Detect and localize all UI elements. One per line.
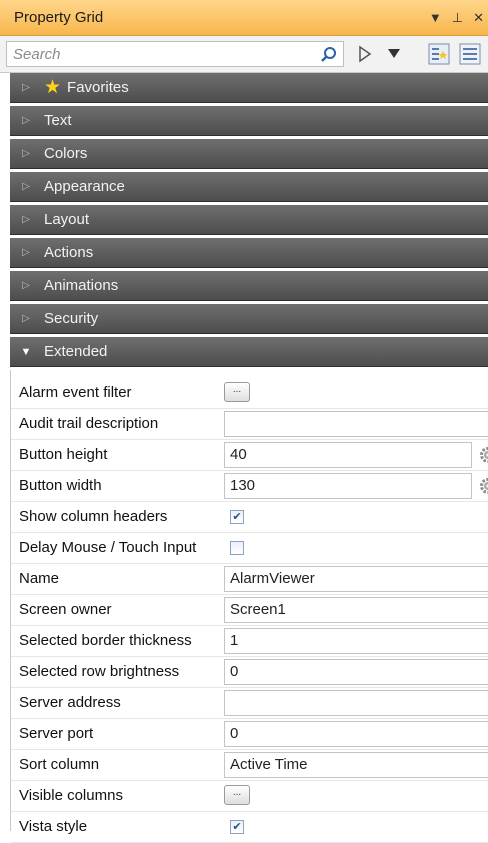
expand-arrow-icon[interactable]: ▷ <box>10 313 38 324</box>
category-extended[interactable]: ▼ Extended <box>10 337 488 367</box>
expand-arrow-icon[interactable]: ▷ <box>10 82 38 93</box>
property-value-input[interactable]: 0 <box>224 659 488 685</box>
property-name: Visible columns <box>19 787 123 804</box>
category-label: Favorites <box>61 79 129 96</box>
close-icon[interactable]: ✕ <box>473 10 484 26</box>
checkbox-checked[interactable]: ✔ <box>230 510 244 524</box>
expand-arrow-icon[interactable]: ▷ <box>10 181 38 192</box>
property-name: Vista style <box>19 818 87 835</box>
categorized-view-icon[interactable] <box>428 43 450 65</box>
search-input[interactable] <box>6 41 344 67</box>
property-value-input[interactable]: Active Time <box>224 752 488 778</box>
category-label: Appearance <box>38 178 125 195</box>
category-actions[interactable]: ▷ Actions <box>10 238 488 268</box>
expand-arrow-icon[interactable]: ▷ <box>10 115 38 126</box>
property-name: Server port <box>19 725 93 742</box>
property-name: Button height <box>19 446 107 463</box>
collapse-arrow-icon[interactable]: ▼ <box>10 346 38 358</box>
expand-arrow-icon[interactable] <box>358 45 372 63</box>
panel-title: Property Grid <box>0 9 429 26</box>
property-value-input[interactable]: 40 <box>224 442 472 468</box>
expand-arrow-icon[interactable]: ▷ <box>10 280 38 291</box>
property-row-selected-border-thickness: Selected border thickness 1 <box>11 626 488 657</box>
property-row-screen-owner: Screen owner Screen1 <box>11 595 488 626</box>
category-security[interactable]: ▷ Security <box>10 304 488 334</box>
category-label: Text <box>38 112 72 129</box>
property-name: Sort column <box>19 756 99 773</box>
property-name: Selected border thickness <box>19 632 192 649</box>
property-row-button-width: Button width 130 <box>11 471 488 502</box>
property-name: Button width <box>19 477 102 494</box>
checkbox-checked[interactable]: ✔ <box>230 820 244 834</box>
property-value-input[interactable] <box>224 411 488 437</box>
property-name: Alarm event filter <box>19 384 132 401</box>
category-colors[interactable]: ▷ Colors <box>10 139 488 169</box>
property-name: Delay Mouse / Touch Input <box>19 539 196 556</box>
panel-titlebar: Property Grid ▼ ⊥ ✕ <box>0 0 488 36</box>
property-name: Name <box>19 570 59 587</box>
gear-icon[interactable] <box>479 477 488 495</box>
expand-arrow-icon[interactable]: ▷ <box>10 148 38 159</box>
property-row-server-address: Server address <box>11 688 488 719</box>
category-label: Extended <box>38 343 107 360</box>
ellipsis-button[interactable]: ... <box>224 785 250 805</box>
property-row-name: Name AlarmViewer <box>11 564 488 595</box>
property-name: Show column headers <box>19 508 167 525</box>
property-list: Alarm event filter ... Audit trail descr… <box>10 370 488 831</box>
alphabetical-view-icon[interactable] <box>459 43 481 65</box>
property-row-delay-mouse-touch-input: Delay Mouse / Touch Input <box>11 533 488 564</box>
property-row-selected-row-brightness: Selected row brightness 0 <box>11 657 488 688</box>
category-label: Security <box>38 310 98 327</box>
category-favorites[interactable]: ▷ ★ Favorites <box>10 73 488 103</box>
property-row-alarm-event-filter: Alarm event filter ... <box>11 378 488 409</box>
expand-arrow-icon[interactable]: ▷ <box>10 247 38 258</box>
category-label: Actions <box>38 244 93 261</box>
dropdown-icon[interactable] <box>387 48 401 60</box>
property-name: Selected row brightness <box>19 663 179 680</box>
ellipsis-button[interactable]: ... <box>224 382 250 402</box>
category-text[interactable]: ▷ Text <box>10 106 488 136</box>
gear-icon[interactable] <box>479 446 488 464</box>
category-label: Animations <box>38 277 118 294</box>
property-value-input[interactable]: 0 <box>224 721 488 747</box>
pin-icon[interactable]: ⊥ <box>452 10 463 26</box>
property-row-button-height: Button height 40 <box>11 440 488 471</box>
category-appearance[interactable]: ▷ Appearance <box>10 172 488 202</box>
expand-arrow-icon[interactable]: ▷ <box>10 214 38 225</box>
category-label: Layout <box>38 211 89 228</box>
category-animations[interactable]: ▷ Animations <box>10 271 488 301</box>
category-label: Colors <box>38 145 87 162</box>
star-icon: ★ <box>44 78 61 97</box>
property-row-sort-column: Sort column Active Time <box>11 750 488 781</box>
property-value-input[interactable]: AlarmViewer <box>224 566 488 592</box>
property-value-input[interactable]: Screen1 <box>224 597 488 623</box>
property-row-visible-columns: Visible columns ... <box>11 781 488 812</box>
property-row-vista-style: Vista style ✔ <box>11 812 488 843</box>
property-name: Screen owner <box>19 601 112 618</box>
checkbox-unchecked[interactable] <box>230 541 244 555</box>
property-row-server-port: Server port 0 <box>11 719 488 750</box>
property-name: Audit trail description <box>19 415 158 432</box>
search-icon[interactable] <box>320 46 338 64</box>
search-toolbar <box>0 36 488 73</box>
property-value-input[interactable]: 1 <box>224 628 488 654</box>
category-layout[interactable]: ▷ Layout <box>10 205 488 235</box>
property-row-audit-trail-description: Audit trail description <box>11 409 488 440</box>
panel-menu-dropdown-icon[interactable]: ▼ <box>429 10 442 25</box>
property-row-show-column-headers: Show column headers ✔ <box>11 502 488 533</box>
property-name: Server address <box>19 694 121 711</box>
property-value-input[interactable]: 130 <box>224 473 472 499</box>
property-value-input[interactable] <box>224 690 488 716</box>
